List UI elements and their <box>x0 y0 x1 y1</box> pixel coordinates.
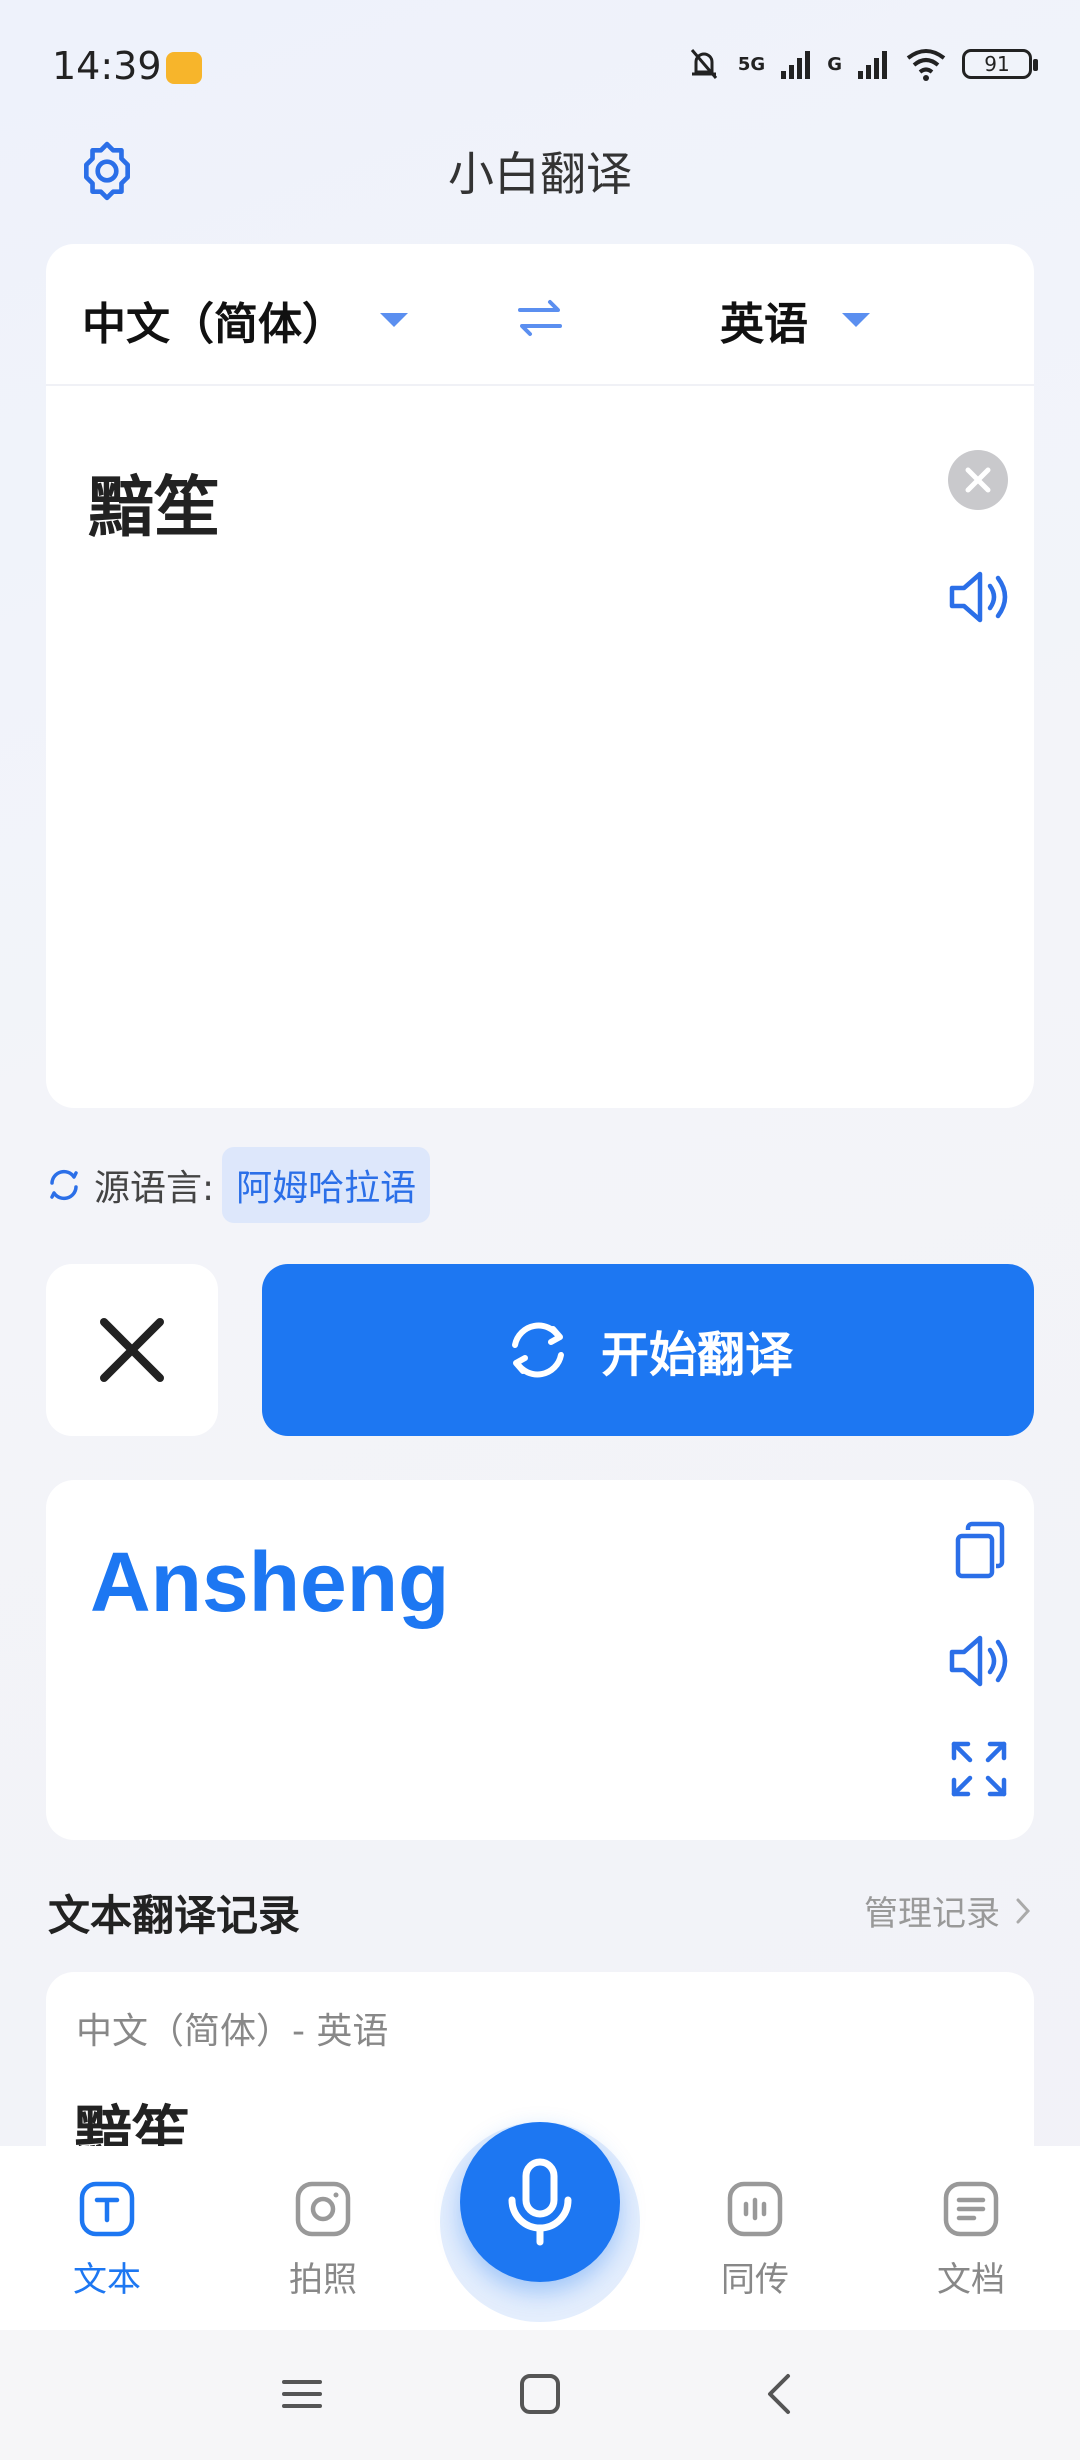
signal-label-2: G <box>827 53 842 75</box>
interpret-icon <box>727 2181 783 2237</box>
wifi-icon <box>906 49 946 81</box>
history-title: 文本翻译记录 <box>48 1891 301 1940</box>
tab-text[interactable]: 文本 <box>32 2180 182 2301</box>
signal-label-1: 5G <box>737 53 766 75</box>
close-icon <box>965 467 991 493</box>
camera-icon <box>295 2181 351 2237</box>
manage-history-link[interactable]: 管理记录 <box>864 1886 1034 1935</box>
source-language-label: 源语言: <box>94 1168 215 1209</box>
translation-result-text[interactable]: Ansheng <box>90 1534 449 1631</box>
back-icon[interactable] <box>758 2372 802 2416</box>
microphone-button[interactable] <box>460 2122 620 2282</box>
copy-icon[interactable] <box>950 1520 1012 1582</box>
translation-input-card: 中文（简体） 英语 黯笙 <box>46 244 1034 1108</box>
manage-history-label: 管理记录 <box>864 1894 1000 1934</box>
start-translate-button[interactable]: 开始翻译 <box>262 1264 1034 1436</box>
notification-app-icon <box>166 52 202 84</box>
source-language-detect: 源语言: 阿姆哈拉语 <box>46 1147 431 1223</box>
language-bar: 中文（简体） 英语 <box>46 244 1034 386</box>
swap-arrows-icon[interactable] <box>514 292 566 344</box>
source-text-input[interactable]: 黯笙 <box>88 454 220 550</box>
text-icon <box>79 2181 135 2237</box>
mute-bell-icon <box>690 49 718 79</box>
status-time: 14:39 <box>52 44 162 88</box>
refresh-icon <box>511 1322 564 1378</box>
signal-icon <box>781 51 811 79</box>
close-icon <box>100 1318 164 1382</box>
fullscreen-icon[interactable] <box>948 1738 1010 1800</box>
tab-interpret-label: 同传 <box>721 2260 789 2300</box>
status-icons: 5G G 91 <box>684 42 1038 86</box>
chevron-right-icon <box>1016 1898 1031 1923</box>
battery-level: 91 <box>984 52 1010 76</box>
menu-icon[interactable] <box>280 2372 324 2416</box>
tab-document[interactable]: 文档 <box>896 2180 1046 2301</box>
source-language-selector[interactable]: 中文（简体） <box>82 288 408 352</box>
speaker-icon[interactable] <box>944 1626 1014 1696</box>
tab-text-label: 文本 <box>73 2260 141 2300</box>
tab-camera[interactable]: 拍照 <box>248 2180 398 2301</box>
page-title: 小白翻译 <box>448 147 632 201</box>
battery-indicator: 91 <box>962 49 1038 79</box>
document-icon <box>943 2181 999 2237</box>
tab-document-label: 文档 <box>937 2260 1005 2300</box>
microphone-icon <box>508 2158 572 2246</box>
translate-button-label: 开始翻译 <box>600 1327 793 1383</box>
clear-input-button[interactable] <box>948 450 1008 510</box>
target-language-selector[interactable]: 英语 <box>720 288 870 352</box>
detected-language-badge[interactable]: 阿姆哈拉语 <box>222 1147 431 1223</box>
chevron-down-icon <box>842 313 870 327</box>
target-language-label: 英语 <box>720 299 808 350</box>
translation-result-card: Ansheng <box>46 1480 1034 1840</box>
chevron-down-icon <box>380 313 408 327</box>
signal-icon-2 <box>858 51 887 79</box>
history-item-languages: 中文（简体）- 英语 <box>76 2011 389 2052</box>
tab-interpret[interactable]: 同传 <box>680 2180 830 2301</box>
clear-all-button[interactable] <box>46 1264 218 1436</box>
refresh-arrows-icon <box>50 1169 78 1201</box>
source-language-label: 中文（简体） <box>82 299 346 350</box>
tab-camera-label: 拍照 <box>289 2260 357 2300</box>
system-nav-bar <box>0 2330 1080 2460</box>
speaker-icon[interactable] <box>944 562 1014 632</box>
home-icon[interactable] <box>518 2372 562 2416</box>
